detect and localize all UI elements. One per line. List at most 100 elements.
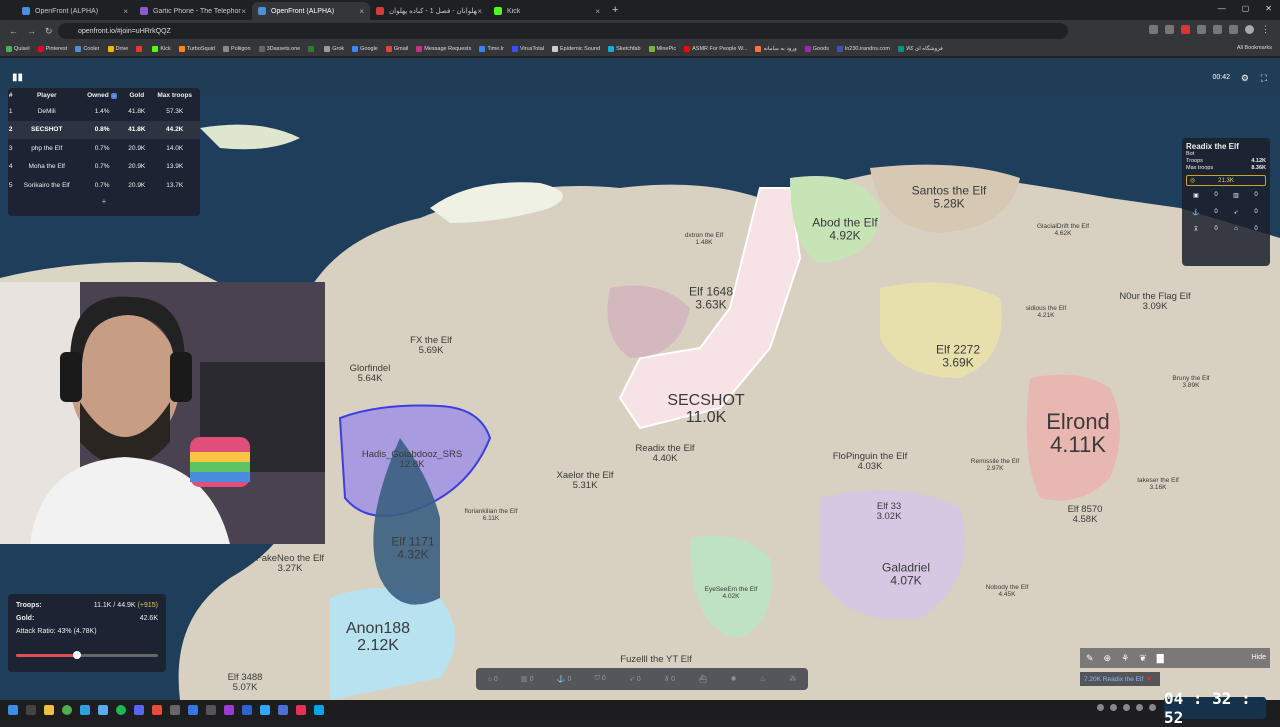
territory-label[interactable]: Elf 1648 3.63K xyxy=(689,285,733,310)
territory-label[interactable]: Santos the Elf 5.28K xyxy=(912,184,987,209)
bookmark-item[interactable] xyxy=(136,46,144,52)
pencil-icon[interactable]: ✎ xyxy=(1086,653,1094,664)
bookmark-item[interactable]: Epidemic Sound xyxy=(552,46,600,52)
tray-icon[interactable] xyxy=(1097,704,1104,711)
bookmark-item[interactable]: MinePic xyxy=(648,46,676,52)
maximize-icon[interactable]: ▢ xyxy=(1242,4,1250,13)
chat-icon[interactable]: ▇ xyxy=(1157,653,1164,664)
col-gold[interactable]: Gold xyxy=(124,88,149,102)
territory-label[interactable]: takeser the Elf 3.16K xyxy=(1137,477,1179,492)
alliance-icon[interactable]: ⚘ xyxy=(1121,653,1129,664)
territory-label[interactable]: N0ur the Flag Elf 3.09K xyxy=(1119,292,1190,312)
bookmark-item[interactable]: Quisel xyxy=(6,46,30,52)
tab-close-icon[interactable]: × xyxy=(359,7,364,16)
territory-label[interactable]: Elf 8570 4.58K xyxy=(1068,505,1103,525)
territory-label[interactable]: Readix the Elf 4.40K xyxy=(635,444,694,464)
app-icon[interactable] xyxy=(170,705,180,715)
app-icon[interactable] xyxy=(188,705,198,715)
build-city-button[interactable]: ⌂ 0 xyxy=(488,676,498,683)
bookmark-item[interactable]: ln230.irandns.com xyxy=(837,46,890,52)
settings-icon[interactable]: ⚙ xyxy=(1241,73,1249,84)
tray-icon[interactable] xyxy=(1149,704,1156,711)
territory-label[interactable]: FX the Elf 5.69K xyxy=(410,336,452,356)
build-missile-button[interactable]: ➶ 0 xyxy=(629,675,641,683)
bookmark-item[interactable]: Goods xyxy=(804,46,829,52)
tab-close-icon[interactable]: × xyxy=(241,7,246,16)
spotify-icon[interactable] xyxy=(116,705,126,715)
new-tab-button[interactable]: + xyxy=(612,4,618,16)
browser-tab[interactable]: پهلوانان - فصل 1 - کباده پهلوان × xyxy=(370,2,488,20)
search-icon[interactable] xyxy=(26,705,36,715)
territory-label[interactable]: Xaelor the Elf 5.31K xyxy=(556,471,613,491)
forward-icon[interactable]: → xyxy=(27,26,36,36)
browser-tab[interactable]: Kick × xyxy=(488,2,606,20)
bookmark-item[interactable]: Kick xyxy=(152,46,171,52)
profile-avatar[interactable] xyxy=(1245,25,1254,34)
all-bookmarks-button[interactable]: All Bookmarks xyxy=(1237,45,1272,51)
leaderboard-row[interactable]: 4 Moha the Elf 0.7% 20.9K 13.9K xyxy=(8,158,200,177)
col-max-troops[interactable]: Max troops xyxy=(149,88,200,102)
browser-tab[interactable]: OpenFront (ALPHA) × xyxy=(16,2,134,20)
tray-icon[interactable] xyxy=(1110,704,1117,711)
app-icon[interactable] xyxy=(206,705,216,715)
leaderboard-expand-button[interactable]: + xyxy=(8,197,200,206)
build-factory-button[interactable]: ▥ 0 xyxy=(521,675,533,683)
file-explorer-icon[interactable] xyxy=(44,705,54,715)
leaderboard-toggle-icon[interactable]: ▮▮ xyxy=(12,72,23,83)
bookmark-item[interactable]: Google xyxy=(352,46,378,52)
bookmark-item[interactable]: فروشگاه ای کالا xyxy=(897,46,943,52)
game-viewport[interactable]: SECSHOT 11.0K Elrond 4.11K Anon188 2.12K Santo… xyxy=(0,58,1280,700)
territory-label[interactable]: Bruny the Elf 3.89K xyxy=(1172,375,1209,390)
minimize-icon[interactable]: — xyxy=(1218,4,1226,13)
territory-label[interactable]: Elf 3488 5.07K xyxy=(228,673,263,693)
discord-icon[interactable] xyxy=(134,705,144,715)
start-icon[interactable] xyxy=(8,705,18,715)
window-close-icon[interactable]: ✕ xyxy=(1265,4,1272,13)
attack-ratio-slider[interactable] xyxy=(16,651,158,659)
territory-label[interactable]: floriankilian the Elf 6.11K xyxy=(465,508,518,523)
mirv-icon[interactable]: ⁂ xyxy=(789,675,796,683)
atom-bomb-icon[interactable]: ✺ xyxy=(731,675,737,683)
extension-icon[interactable] xyxy=(1181,25,1190,34)
col-owned[interactable]: Owned ↓ xyxy=(80,88,124,102)
territory-label[interactable]: GlacialDrift the Elf 4.62K xyxy=(1037,223,1089,238)
bookmark-item[interactable]: Pinterest xyxy=(37,46,67,52)
browser-tab[interactable]: Gartic Phone - The Telephone G× xyxy=(134,2,252,20)
extension-icon[interactable] xyxy=(1149,25,1158,34)
tab-close-icon[interactable]: × xyxy=(595,7,600,16)
leaderboard-row[interactable]: 1 DeMili 1.4% 41.8K 57.3K xyxy=(8,102,200,121)
territory-label[interactable]: Abod the Elf 4.92K xyxy=(812,216,877,241)
menu-icon[interactable]: ⋮ xyxy=(1261,25,1270,34)
bookmark-item[interactable] xyxy=(308,46,316,52)
territory-label[interactable]: sidious the Elf 4.21K xyxy=(1026,305,1066,320)
bookmark-item[interactable]: Poliigon xyxy=(222,46,251,52)
territory-label[interactable]: Elf 2272 3.69K xyxy=(936,343,980,368)
handshake-icon[interactable]: ❦ xyxy=(1139,653,1147,664)
bookmark-item[interactable]: ورود به سامانه xyxy=(755,46,797,52)
tab-close-icon[interactable]: × xyxy=(477,7,482,16)
tray-icon[interactable] xyxy=(1123,704,1130,711)
app-icon[interactable] xyxy=(98,705,108,715)
bookmark-item[interactable]: 3Dassets.one xyxy=(258,46,300,52)
leaderboard-row[interactable]: 2 SECSHOT 0.8% 41.8K 44.2K xyxy=(8,120,200,139)
tray-icon[interactable] xyxy=(1136,704,1143,711)
territory-label[interactable]: Galadriel 4.07K xyxy=(882,561,930,586)
browser-tab[interactable]: OpenFront (ALPHA) × xyxy=(252,2,370,20)
territory-label[interactable]: Hadis_Golabdooz_SRS 12.8K xyxy=(362,450,462,470)
territory-label[interactable]: Anon188 2.12K xyxy=(346,620,410,655)
extension-icon[interactable] xyxy=(1165,25,1174,34)
bookmark-item[interactable]: Drive xyxy=(107,46,128,52)
after-effects-icon[interactable] xyxy=(224,705,234,715)
territory-label[interactable]: Fuzelll the YT Elf xyxy=(620,655,691,665)
bookmark-item[interactable]: Cooler xyxy=(75,46,100,52)
leaderboard-row[interactable]: 5 Sorikairo the Elf 0.7% 20.9K 13.7K xyxy=(8,176,200,195)
extension-icon[interactable] xyxy=(1197,25,1206,34)
territory-label[interactable]: Nobody the Elf 4.45K xyxy=(986,584,1029,599)
back-icon[interactable]: ← xyxy=(9,26,18,36)
leaderboard-row[interactable]: 3 php the Elf 0.7% 20.9K 14.0K xyxy=(8,139,200,158)
territory-label[interactable]: Elf 1171 4.32K xyxy=(391,535,434,560)
telegram-icon[interactable] xyxy=(80,705,90,715)
extension-icon[interactable] xyxy=(1213,25,1222,34)
photoshop-icon[interactable] xyxy=(260,705,270,715)
chrome-icon[interactable] xyxy=(62,705,72,715)
